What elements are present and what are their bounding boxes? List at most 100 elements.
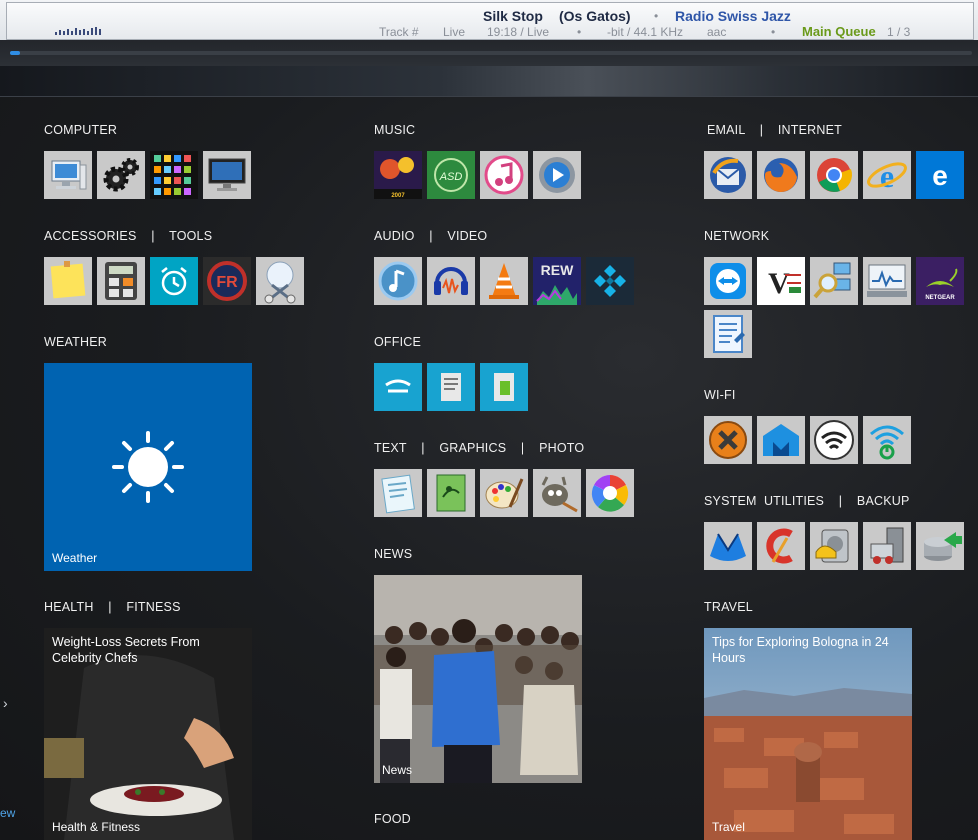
office-spreadsheet-icon[interactable]	[480, 363, 528, 411]
separator-dot: •	[577, 25, 582, 39]
group-header-office[interactable]: OFFICE	[374, 335, 421, 349]
computer-icon[interactable]	[44, 151, 92, 199]
svg-text:ASD: ASD	[439, 171, 463, 183]
audio-player-icon[interactable]	[374, 257, 422, 305]
sticky-notes-icon[interactable]	[44, 257, 92, 305]
edge-icon[interactable]: e	[916, 151, 964, 199]
group-header-weather[interactable]: WEATHER	[44, 335, 107, 349]
asd-icon[interactable]: ASD	[427, 151, 475, 199]
wifi-analyzer-icon[interactable]	[810, 416, 858, 464]
band-in-a-box-icon[interactable]: 2007	[374, 151, 422, 199]
office-document-icon[interactable]	[427, 363, 475, 411]
picasa-icon[interactable]	[586, 469, 634, 517]
monitor-icon[interactable]	[203, 151, 251, 199]
office-writer-icon[interactable]	[374, 363, 422, 411]
queue-name[interactable]: Main Queue	[802, 24, 876, 39]
thunderbird-icon[interactable]	[704, 151, 752, 199]
track-number-label: Track #	[379, 25, 419, 39]
news-tile-label: News	[382, 763, 413, 777]
travel-tile-label: Travel	[712, 820, 745, 834]
group-header-system-backup[interactable]: SYSTEM UTILITIES | BACKUP	[704, 494, 910, 508]
playback-progress[interactable]	[0, 40, 978, 66]
vlc-icon[interactable]	[480, 257, 528, 305]
group-header-news[interactable]: NEWS	[374, 547, 412, 561]
wifi-inspector-icon[interactable]	[757, 416, 805, 464]
separator-dot: •	[654, 9, 659, 23]
svg-text:V: V	[768, 267, 790, 300]
malwarebytes-icon[interactable]	[704, 522, 752, 570]
news-photo	[374, 575, 582, 783]
rew-icon[interactable]: REW	[533, 257, 581, 305]
system-restore-icon[interactable]	[863, 522, 911, 570]
network-scanner-icon[interactable]	[810, 257, 858, 305]
network-monitor-icon[interactable]	[863, 257, 911, 305]
netgear-genie-icon[interactable]: NETGEAR	[916, 257, 964, 305]
health-tile-caption: Weight-Loss Secrets From Celebrity Chefs	[52, 635, 200, 665]
station-name[interactable]: Radio Swiss Jazz	[675, 8, 791, 24]
internet-explorer-icon[interactable]: e	[863, 151, 911, 199]
audio-format: -bit / 44.1 KHz	[607, 25, 684, 39]
ccleaner-icon[interactable]	[757, 522, 805, 570]
queue-position: 1 / 3	[887, 25, 911, 39]
health-fitness-tile[interactable]: Weight-Loss Secrets From Celebrity Chefs…	[44, 628, 252, 840]
group-header-travel[interactable]: TRAVEL	[704, 600, 753, 614]
settings-gears-icon[interactable]	[97, 151, 145, 199]
group-header-audio-video[interactable]: AUDIO | VIDEO	[374, 229, 487, 243]
graphics-editor-icon[interactable]	[427, 469, 475, 517]
separator-dot: •	[771, 25, 776, 39]
group-header-text-graphics-photo[interactable]: TEXT | GRAPHICS | PHOTO	[374, 441, 584, 455]
svg-text:e: e	[932, 160, 948, 191]
group-header-music[interactable]: MUSIC	[374, 123, 415, 137]
alarms-icon[interactable]	[150, 257, 198, 305]
travel-tile[interactable]: Tips for Exploring Bologna in 24 Hours T…	[704, 628, 912, 840]
weather-tile[interactable]: Weather	[44, 363, 252, 571]
health-tile-label: Health & Fitness	[52, 820, 141, 834]
fastrawviewer-icon[interactable]: FR	[203, 257, 251, 305]
gimp-icon[interactable]	[533, 469, 581, 517]
xirrus-wifi-icon[interactable]	[704, 416, 752, 464]
progress-fill	[10, 51, 20, 55]
firefox-icon[interactable]	[757, 151, 805, 199]
teamviewer-icon[interactable]	[704, 257, 752, 305]
svg-text:REW: REW	[541, 262, 574, 278]
disk-utility-icon[interactable]	[810, 522, 858, 570]
paint-icon[interactable]	[480, 469, 528, 517]
group-header-health-fitness[interactable]: HEALTH | FITNESS	[44, 600, 181, 614]
network-notes-icon[interactable]	[704, 310, 752, 358]
snipping-tool-icon[interactable]	[256, 257, 304, 305]
wifi-power-icon[interactable]	[863, 416, 911, 464]
live-label: Live	[443, 25, 466, 39]
progress-track[interactable]	[10, 51, 972, 55]
weather-tile-label: Weather	[52, 551, 98, 565]
group-header-network[interactable]: NETWORK	[704, 229, 769, 243]
kodi-icon[interactable]	[586, 257, 634, 305]
calculator-icon[interactable]	[97, 257, 145, 305]
notepad-icon[interactable]	[374, 469, 422, 517]
chevron-right-icon[interactable]: ›	[3, 695, 8, 711]
track-title: Silk Stop	[483, 8, 543, 24]
svg-text:NETGEAR: NETGEAR	[925, 295, 955, 301]
quicktime-icon[interactable]	[533, 151, 581, 199]
playback-time: 19:18 / Live	[487, 25, 550, 39]
backup-icon[interactable]	[916, 522, 964, 570]
vnc-icon[interactable]: V	[757, 257, 805, 305]
svg-text:2007: 2007	[391, 193, 405, 199]
audacity-icon[interactable]	[427, 257, 475, 305]
travel-tile-caption: Tips for Exploring Bologna in 24 Hours	[712, 635, 889, 665]
iphone-apps-icon[interactable]	[150, 151, 198, 199]
group-header-wifi[interactable]: WI-FI	[704, 388, 736, 402]
track-artist: (Os Gatos)	[559, 8, 631, 24]
group-header-food[interactable]: FOOD	[374, 812, 411, 826]
start-screen: COMPUTER MUSIC EMAIL | INTERNET ACCESSOR…	[0, 97, 978, 840]
group-header-computer[interactable]: COMPUTER	[44, 123, 117, 137]
media-player-bar: Silk Stop (Os Gatos) • Radio Swiss Jazz …	[0, 0, 978, 41]
itunes-icon[interactable]	[480, 151, 528, 199]
all-apps-link[interactable]: ew	[0, 806, 15, 820]
group-header-accessories-tools[interactable]: ACCESSORIES | TOOLS	[44, 229, 212, 243]
start-header-image	[0, 66, 978, 97]
chrome-icon[interactable]	[810, 151, 858, 199]
audio-visualizer	[15, 7, 105, 37]
news-tile[interactable]: News	[374, 575, 582, 783]
group-header-email-internet[interactable]: EMAIL | INTERNET	[707, 123, 842, 137]
svg-text:FR: FR	[216, 274, 238, 291]
